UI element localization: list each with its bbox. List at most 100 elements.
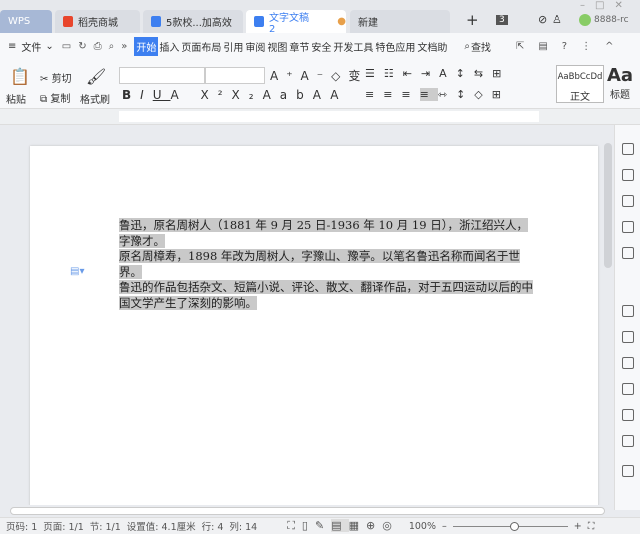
style-label: 正文	[570, 92, 590, 103]
sidebar-tool-icon[interactable]	[622, 247, 634, 259]
vertical-scrollbar[interactable]	[604, 143, 612, 268]
zoom-slider[interactable]	[452, 521, 568, 531]
style-preview: Aa	[607, 65, 634, 86]
tab-references[interactable]: 引用	[222, 39, 244, 54]
scroll-thumb[interactable]	[10, 507, 605, 515]
cut-button[interactable]: ✂ 剪切	[40, 70, 72, 85]
search-button[interactable]: 查找	[470, 39, 492, 54]
zoom-slider-thumb[interactable]	[510, 521, 520, 531]
tab-insert[interactable]: 插入	[158, 39, 180, 54]
sidebar-tool-icon[interactable]	[622, 409, 634, 421]
tab-layout[interactable]: 页面布局	[180, 39, 222, 54]
doc-icon	[151, 16, 161, 27]
fullscreen-icon[interactable]: ⛶	[588, 521, 595, 532]
sidebar-tool-icon[interactable]	[622, 357, 634, 369]
tab-label: 文字文稿2	[268, 12, 309, 35]
chevron-down-icon[interactable]: ⌄	[45, 41, 53, 52]
font-size-select[interactable]	[205, 67, 265, 84]
skin-icon[interactable]: ⊘	[538, 13, 547, 26]
tab-doc-assistant[interactable]: 文档助	[416, 39, 448, 54]
style-heading[interactable]: Aa 标题	[607, 65, 633, 101]
sidebar-tool-icon[interactable]	[622, 465, 634, 477]
tab-label: 5款校...加高效	[166, 18, 232, 29]
style-normal[interactable]: AaBbCcDd 正文	[556, 65, 604, 103]
document-page[interactable]	[30, 146, 598, 506]
sidebar-tool-icon[interactable]	[622, 169, 634, 181]
font-size-buttons[interactable]: A⁺A⁻◇变	[270, 67, 368, 84]
doc-icon	[254, 16, 264, 27]
menu-icon[interactable]: ≡	[8, 41, 16, 52]
tab-view[interactable]: 视图	[266, 39, 288, 54]
style-label: 标题	[610, 90, 631, 101]
section[interactable]: 节: 1/1	[90, 519, 121, 533]
page-count[interactable]: 页面: 1/1	[43, 519, 84, 533]
sidebar-tool-icon[interactable]	[622, 221, 634, 233]
text-line: 国文学产生了深刻的影响。	[119, 295, 257, 310]
sidebar-tool-icon[interactable]	[622, 435, 634, 447]
right-sidebar	[614, 125, 640, 510]
shirt-icon[interactable]: ♙	[552, 13, 562, 26]
sidebar-tool-icon[interactable]	[622, 305, 634, 317]
page-number[interactable]: 页码: 1	[6, 519, 37, 533]
document-text[interactable]: 鲁迅，原名周树人（1881 年 9 月 25 日-1936 年 10 月 19 …	[119, 218, 539, 311]
style-preview: AaBbCcDd	[557, 72, 603, 82]
tab-label: 新建	[358, 18, 378, 29]
text-line: 原名周樟寿，1898 年改为周树人，字豫山、豫亭。以笔名鲁迅名称而闻名于世界。	[119, 249, 520, 279]
format-painter-icon: 🖌	[86, 67, 107, 86]
setting-value[interactable]: 设置值: 4.1厘米	[127, 519, 196, 533]
sidebar-tool-icon[interactable]	[622, 195, 634, 207]
sidebar-tool-icon[interactable]	[622, 143, 634, 155]
horizontal-ruler[interactable]	[0, 109, 640, 125]
tab-developer[interactable]: 开发工具	[332, 39, 374, 54]
file-menu[interactable]: 文件	[20, 39, 42, 54]
font-name-select[interactable]	[119, 67, 205, 84]
alignment-buttons[interactable]: ≡≡≡≡⇿↕◇⊞	[365, 88, 510, 101]
sidebar-tool-icon[interactable]	[622, 383, 634, 395]
view-mode-icons[interactable]: ⛶▯✎▤▦⊕◎	[287, 519, 399, 533]
tab-label: WPS	[8, 16, 31, 27]
user-name[interactable]: 8888-rc	[594, 15, 629, 25]
menu-row: ≡ 文件 ⌄ ▭↻⎙⌕» 开始 插入 页面布局 引用 审阅 视图 章节 安全 开发…	[0, 33, 640, 59]
add-tab-icon[interactable]: +	[466, 11, 479, 29]
tab-wps[interactable]: WPS	[0, 10, 52, 33]
tab-store[interactable]: 稻壳商城	[55, 10, 140, 33]
tab-label: 稻壳商城	[78, 18, 118, 29]
tab-bar: WPS 稻壳商城 5款校...加高效 文字文稿2 ● 新建 + 3 ⊘ ♙ 888…	[0, 0, 640, 35]
sidebar-tool-icon[interactable]	[622, 331, 634, 343]
zoom-in-icon[interactable]: +	[574, 521, 582, 532]
row: 行: 4	[201, 522, 224, 533]
paragraph-buttons[interactable]: ☰☷⇤⇥A↕⇆⊞	[365, 67, 510, 80]
tab-features[interactable]: 特色应用	[374, 39, 416, 54]
tab-count[interactable]: 3	[496, 15, 508, 25]
text-line: 鲁迅的作品包括杂文、短篇小说、评论、散文、翻译作品，对于五四运动以后的中	[119, 280, 533, 294]
column: 列: 14	[229, 522, 258, 533]
unsaved-dot-icon: ●	[337, 16, 346, 27]
text-line: 鲁迅，原名周树人（1881 年 9 月 25 日-1936 年 10 月 19 …	[119, 218, 528, 248]
copy-button[interactable]: ⧉ 复制	[40, 90, 70, 105]
copy-label: 复制	[50, 94, 71, 105]
paste-icon[interactable]: 📋	[10, 67, 30, 86]
quick-access-icons[interactable]: ▭↻⎙⌕»	[62, 41, 135, 52]
zoom-out-icon[interactable]: –	[442, 521, 447, 532]
status-bar: 页码: 1 页面: 1/1 节: 1/1 设置值: 4.1厘米 行: 4 列: …	[0, 517, 640, 534]
tab-home[interactable]: 开始	[134, 36, 159, 56]
tab-security[interactable]: 安全	[310, 39, 332, 54]
zoom-level[interactable]: 100%	[409, 521, 436, 532]
tab-new[interactable]: 新建	[350, 10, 450, 33]
paragraph-handle-icon[interactable]: ▤▾	[70, 266, 84, 277]
tab-doc1[interactable]: 5款校...加高效	[143, 10, 243, 33]
avatar[interactable]	[579, 14, 591, 26]
tab-doc2[interactable]: 文字文稿2 ●	[246, 10, 346, 35]
tab-review[interactable]: 审阅	[244, 39, 266, 54]
font-format-buttons[interactable]: BIUA X²X₂AabAA	[122, 88, 348, 102]
ribbon: 📋 粘贴 ✂ 剪切 ⧉ 复制 🖌 格式刷 A⁺A⁻◇变 BIUA X²X₂Aab…	[0, 59, 640, 109]
ruler-text-area	[119, 111, 539, 122]
docer-icon	[63, 16, 73, 27]
window-controls[interactable]: –□✕	[580, 0, 633, 11]
cut-label: 剪切	[51, 74, 72, 85]
format-painter-button[interactable]: 格式刷	[80, 91, 110, 106]
tab-section[interactable]: 章节	[288, 39, 310, 54]
paste-button[interactable]: 粘贴	[6, 91, 26, 106]
horizontal-scrollbar[interactable]	[0, 505, 614, 517]
share-help-more-icons[interactable]: ⇱▤?⋮^	[516, 41, 628, 52]
